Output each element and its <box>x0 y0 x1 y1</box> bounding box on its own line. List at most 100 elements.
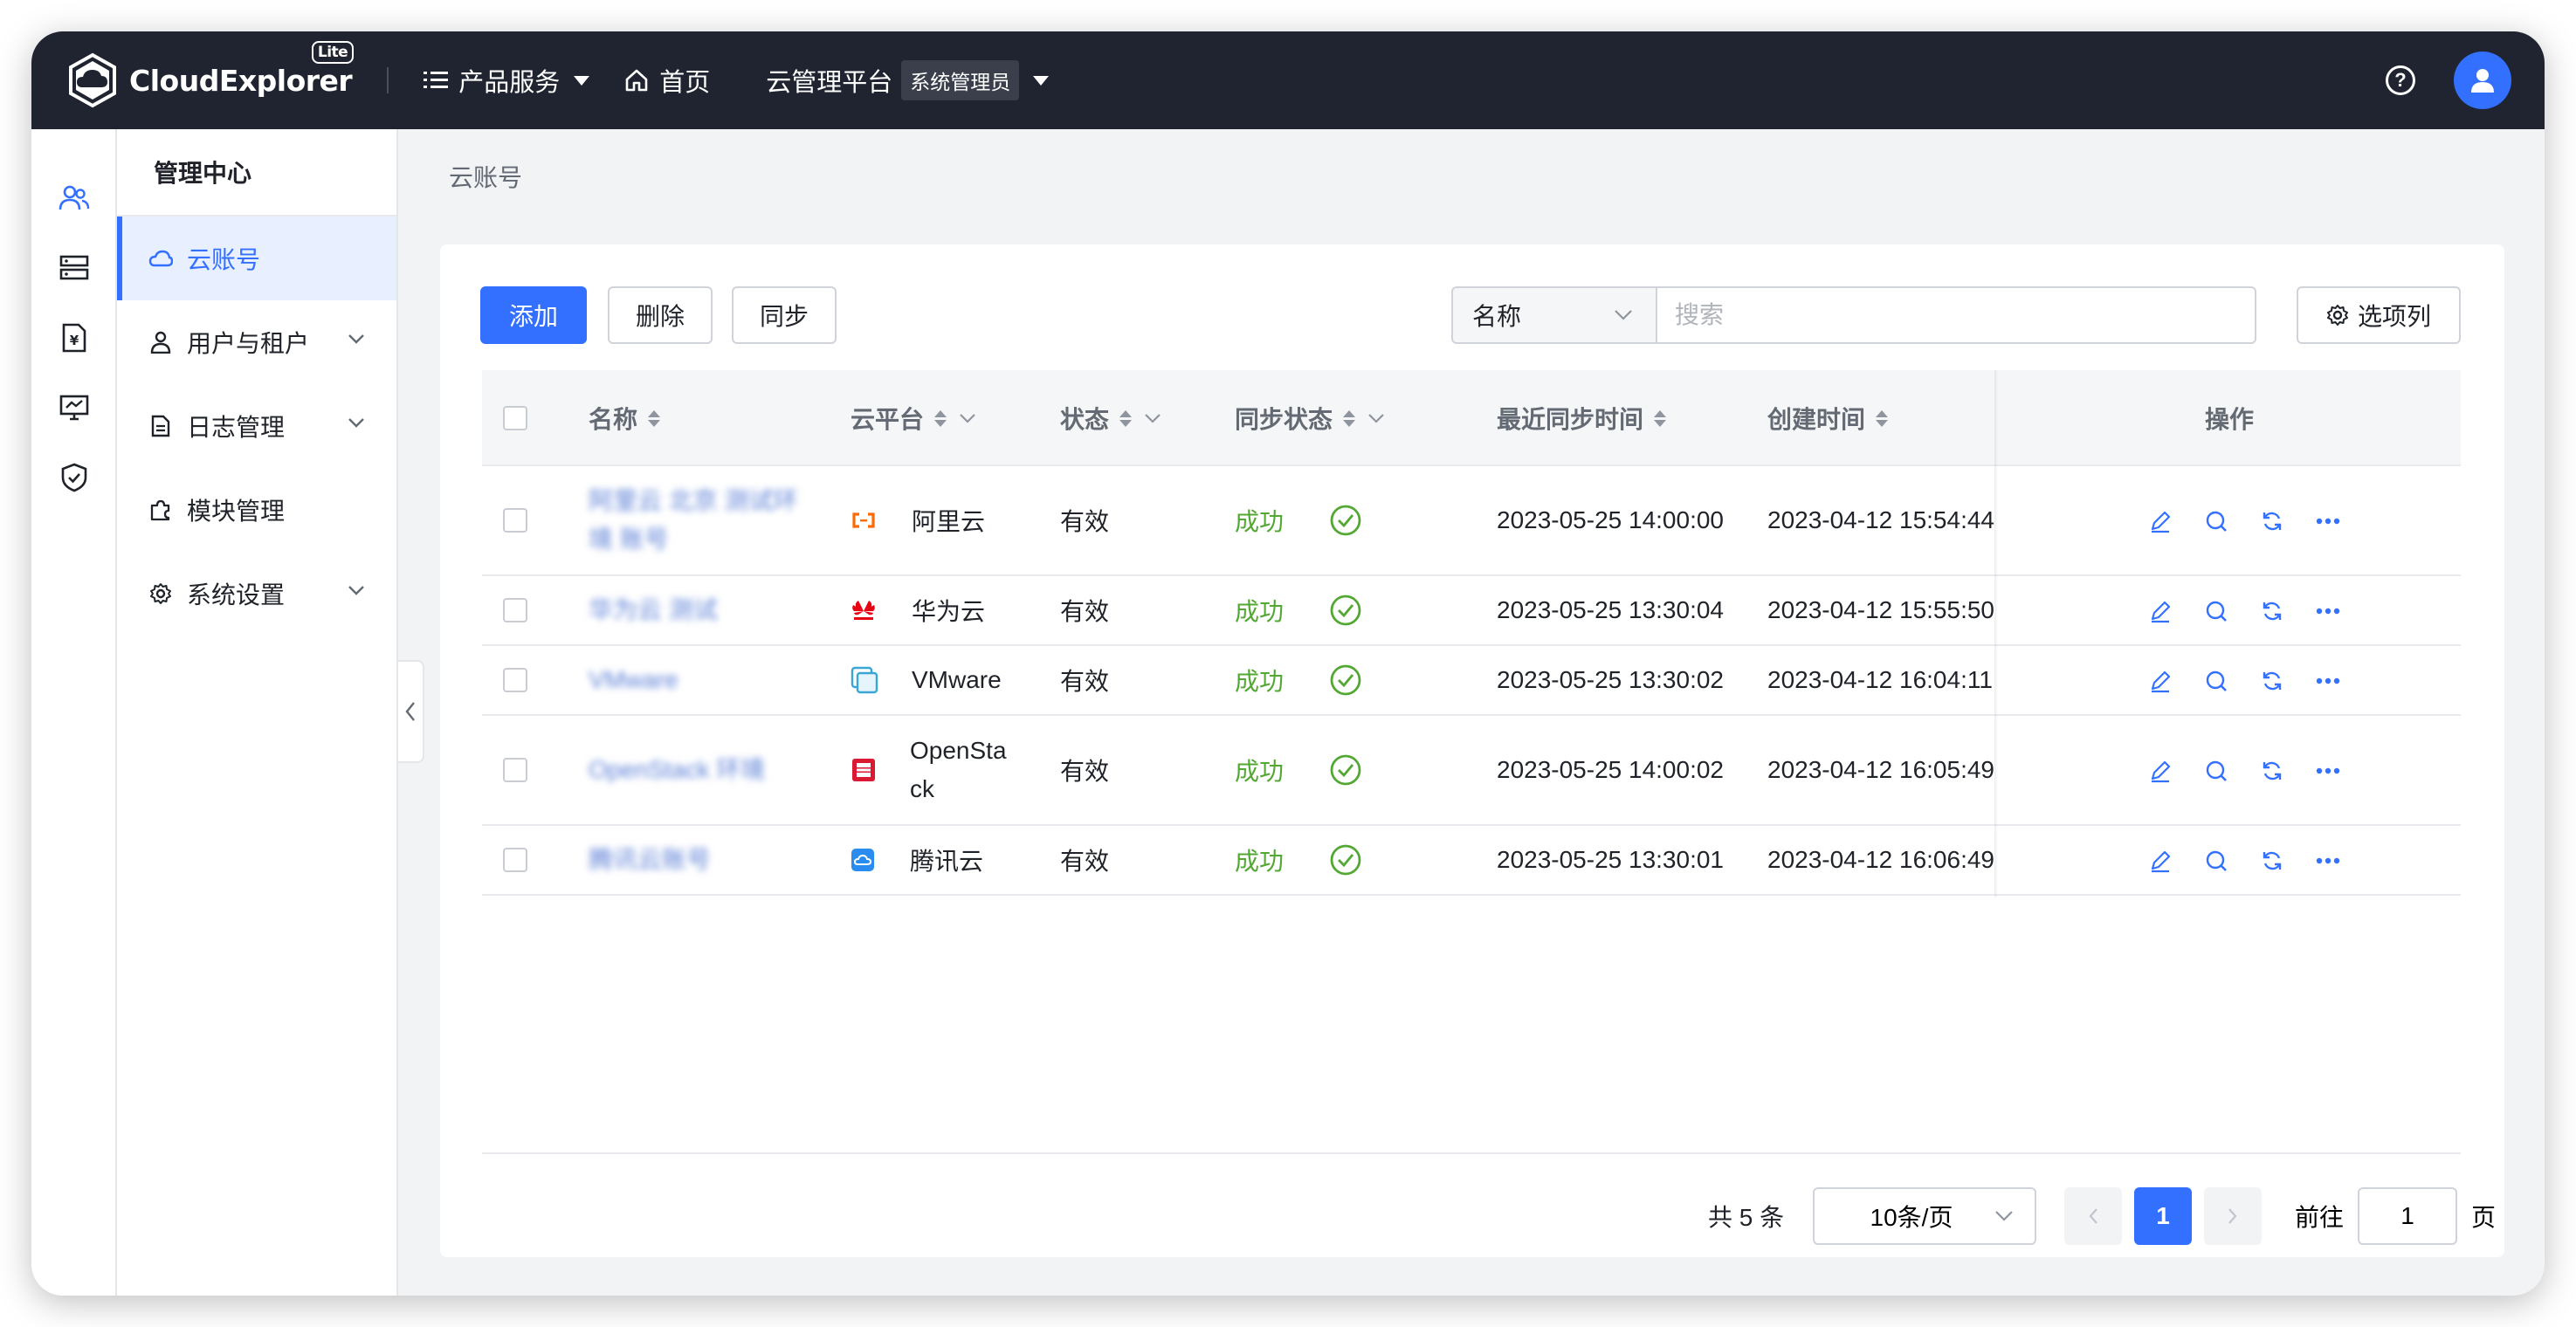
page-size-select[interactable]: 10条/页 <box>1813 1187 2036 1245</box>
sidebar-collapse-button[interactable] <box>398 660 424 763</box>
sort-icon[interactable] <box>1654 409 1667 427</box>
server-rail-icon[interactable] <box>58 251 91 285</box>
check-circle-icon <box>1330 664 1361 696</box>
sort-icon[interactable] <box>1876 409 1889 427</box>
sidebar-item-users-tenants[interactable]: 用户与租户 <box>117 300 396 384</box>
last-sync-time: 2023-05-25 14:00:00 <box>1497 506 1724 533</box>
cloud-icon <box>148 246 173 271</box>
openstack-icon <box>852 759 875 781</box>
sync-icon[interactable] <box>2259 598 2285 624</box>
help-icon[interactable]: ? <box>2386 65 2415 95</box>
column-options-button[interactable]: 选项列 <box>2297 286 2461 344</box>
users-rail-icon[interactable] <box>58 182 91 215</box>
account-name-link[interactable]: VMware <box>589 661 678 699</box>
sidebar-item-logs[interactable]: 日志管理 <box>117 384 396 468</box>
row-checkbox[interactable] <box>503 758 527 782</box>
sidebar-item-label: 云账号 <box>187 246 261 273</box>
sync-icon[interactable] <box>2259 848 2285 874</box>
sync-icon[interactable] <box>2259 508 2285 534</box>
search-input[interactable] <box>1656 286 2256 344</box>
more-icon[interactable] <box>2315 668 2341 694</box>
account-name-link[interactable]: OpenStack 环境 <box>589 751 765 789</box>
sidebar-item-label: 模块管理 <box>187 498 286 525</box>
platform-name: VMware <box>912 666 1002 693</box>
avatar[interactable] <box>2454 52 2511 109</box>
home-link[interactable]: 首页 <box>624 62 710 99</box>
col-sync-status[interactable]: 同步状态 <box>1235 370 1385 466</box>
search-field-select[interactable]: 名称 <box>1451 286 1657 344</box>
filter-chevron-icon[interactable] <box>1367 413 1385 423</box>
status-text: 有效 <box>1060 668 1110 695</box>
sidebar-item-modules[interactable]: 模块管理 <box>117 468 396 552</box>
select-all-checkbox[interactable] <box>503 406 527 430</box>
edit-icon[interactable] <box>2147 668 2173 694</box>
sync-icon[interactable] <box>2259 668 2285 694</box>
cloud-explorer-logo-icon <box>69 52 116 108</box>
col-created[interactable]: 创建时间 <box>1767 370 1889 466</box>
more-icon[interactable] <box>2315 508 2341 534</box>
account-name-link[interactable]: 华为云 测试 <box>589 591 718 629</box>
col-name[interactable]: 名称 <box>589 370 661 466</box>
row-checkbox[interactable] <box>503 598 527 622</box>
col-status[interactable]: 状态 <box>1060 370 1161 466</box>
edit-icon[interactable] <box>2147 758 2173 784</box>
filter-chevron-icon[interactable] <box>1144 413 1161 423</box>
platform-name: OpenSta ck <box>910 737 1007 802</box>
row-checkbox[interactable] <box>503 668 527 692</box>
sort-icon[interactable] <box>648 409 661 427</box>
view-icon[interactable] <box>2203 668 2229 694</box>
status-text: 有效 <box>1060 598 1110 625</box>
logo[interactable]: CloudExplorer Lite <box>65 31 355 129</box>
app-name: CloudExplorer Lite <box>129 40 355 98</box>
edit-icon[interactable] <box>2147 508 2173 534</box>
sort-icon[interactable] <box>934 409 947 427</box>
sidebar-item-cloud-accounts[interactable]: 云账号 <box>117 217 396 300</box>
created-time: 2023-04-12 16:06:49 <box>1767 846 1994 873</box>
shield-rail-icon[interactable] <box>58 461 91 494</box>
goto-page-input[interactable] <box>2358 1187 2457 1245</box>
puzzle-icon <box>148 498 173 522</box>
more-icon[interactable] <box>2315 598 2341 624</box>
view-icon[interactable] <box>2203 758 2229 784</box>
next-page-button[interactable] <box>2204 1187 2262 1245</box>
col-platform[interactable]: 云平台 <box>851 370 976 466</box>
col-status-label: 状态 <box>1060 406 1110 433</box>
chevron-down-icon <box>1995 1211 2013 1221</box>
products-menu[interactable]: 产品服务 <box>424 62 590 99</box>
status-text: 有效 <box>1060 508 1110 535</box>
view-icon[interactable] <box>2203 598 2229 624</box>
sync-icon[interactable] <box>2259 758 2285 784</box>
account-name-link[interactable]: 阿里云 北京 测试环境 账号 <box>589 482 816 559</box>
view-icon[interactable] <box>2203 848 2229 874</box>
filter-chevron-icon[interactable] <box>959 413 976 423</box>
row-checkbox[interactable] <box>503 848 527 872</box>
page-number-button[interactable]: 1 <box>2134 1187 2192 1245</box>
platform-switcher[interactable]: 云管理平台 系统管理员 <box>766 60 1050 100</box>
more-icon[interactable] <box>2315 758 2341 784</box>
row-checkbox[interactable] <box>503 508 527 533</box>
sort-icon[interactable] <box>1119 409 1133 427</box>
sort-icon[interactable] <box>1343 409 1356 427</box>
edit-icon[interactable] <box>2147 848 2173 874</box>
prev-page-button[interactable] <box>2064 1187 2122 1245</box>
monitor-rail-icon[interactable] <box>58 391 91 424</box>
table-footer-divider <box>482 1152 2461 1154</box>
sync-button[interactable]: 同步 <box>732 286 837 344</box>
bill-rail-icon[interactable]: ¥ <box>58 321 91 354</box>
add-button[interactable]: 添加 <box>480 286 587 344</box>
last-sync-time: 2023-05-25 13:30:04 <box>1497 596 1724 623</box>
col-last-sync[interactable]: 最近同步时间 <box>1497 370 1667 466</box>
platform-name: 华为云 <box>912 598 986 625</box>
edit-icon[interactable] <box>2147 598 2173 624</box>
huawei-icon <box>852 601 875 620</box>
account-name-link[interactable]: 腾讯云账号 <box>589 841 711 879</box>
delete-button[interactable]: 删除 <box>608 286 713 344</box>
view-icon[interactable] <box>2203 508 2229 534</box>
col-actions-label: 操作 <box>2204 406 2254 433</box>
col-platform-label: 云平台 <box>851 406 925 433</box>
sidebar-item-settings[interactable]: 系统设置 <box>117 552 396 636</box>
sync-status-text: 成功 <box>1235 848 1285 875</box>
more-icon[interactable] <box>2315 848 2341 874</box>
icon-rail: ¥ <box>31 129 117 1296</box>
goto-label: 前往 <box>2295 1204 2345 1231</box>
